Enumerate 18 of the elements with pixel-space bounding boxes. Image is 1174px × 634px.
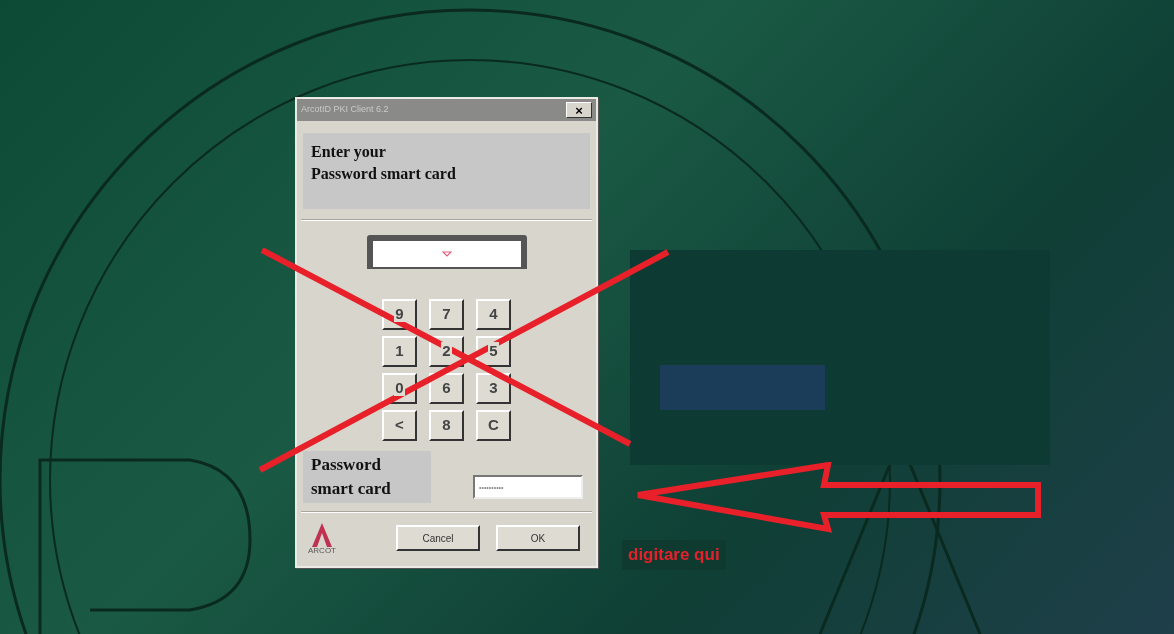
prompt-text: Enter your Password smart card <box>303 133 590 209</box>
window-title: ArcotID PKI Client 6.2 <box>301 103 389 117</box>
logo-icon <box>310 521 334 547</box>
password-label: Password smart card <box>303 451 431 503</box>
keypad-key[interactable]: 4 <box>476 299 511 330</box>
dialog-button[interactable]: Cancel <box>396 525 480 551</box>
close-button[interactable]: × <box>566 102 592 118</box>
dialog-button[interactable]: OK <box>496 525 580 551</box>
logo-text: ARCOT <box>308 547 336 555</box>
annotation-caption: digitare qui <box>622 540 726 570</box>
keypad-key[interactable]: 8 <box>429 410 464 441</box>
keypad-key[interactable]: C <box>476 410 511 441</box>
keypad-key[interactable]: 3 <box>476 373 511 404</box>
keypad-key[interactable]: < <box>382 410 417 441</box>
keypad-key[interactable]: 6 <box>429 373 464 404</box>
keypad-key[interactable]: 1 <box>382 336 417 367</box>
triangle-icon <box>441 251 452 257</box>
keypad-key[interactable]: 7 <box>429 299 464 330</box>
